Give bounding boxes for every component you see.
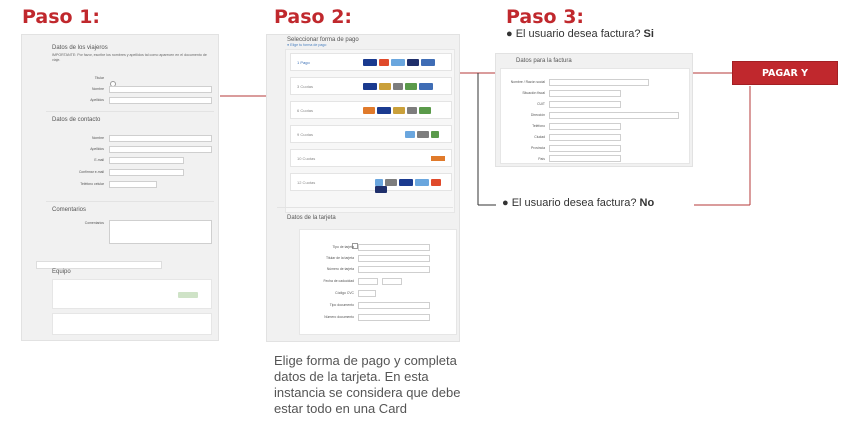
bullet-icon: ● bbox=[502, 197, 512, 209]
invoice-section-title: Datos para la factura bbox=[516, 58, 572, 64]
invoice-card: Nombre / Razón social Situación fiscal C… bbox=[500, 68, 690, 164]
payment-option-3[interactable]: 3 Cuotas bbox=[290, 77, 452, 95]
invoice-city-input[interactable] bbox=[549, 134, 621, 141]
card-type-select[interactable] bbox=[358, 244, 430, 251]
payment-options-card: 1 Pago 3 Cuotas 6 Cuotas 9 Cuotas 10 Cuo… bbox=[285, 49, 455, 213]
contact-phone-input[interactable] bbox=[109, 181, 157, 188]
passenger-name-input[interactable] bbox=[109, 86, 212, 93]
contact-name-input[interactable] bbox=[109, 135, 212, 142]
invoice-cuit-input[interactable] bbox=[549, 101, 621, 108]
card-section-title: Datos de la tarjeta bbox=[287, 215, 336, 221]
step-2-caption: Elige forma de pago y completa datos de … bbox=[274, 353, 461, 416]
passenger-notice: IMPORTANTE: Por favor, escribe los nombr… bbox=[52, 53, 207, 62]
invoice-name-input[interactable] bbox=[549, 79, 649, 86]
invoice-country-select[interactable] bbox=[549, 155, 621, 162]
payment-option-6[interactable]: 6 Cuotas bbox=[290, 101, 452, 119]
pay-and-reserve-button[interactable]: PAGAR Y RESERVAR bbox=[732, 61, 838, 103]
step-1-screenshot: Datos de los viajeros IMPORTANTE: Por fa… bbox=[21, 34, 219, 341]
invoice-phone-input[interactable] bbox=[549, 123, 621, 130]
contact-surname-input[interactable] bbox=[109, 146, 212, 153]
step1-extra-card-1 bbox=[52, 279, 212, 309]
payment-option-10[interactable]: 10 Cuotas bbox=[290, 149, 452, 167]
comments-textarea[interactable] bbox=[109, 220, 212, 244]
passenger-surname-input[interactable] bbox=[109, 97, 212, 104]
card-expiry-year[interactable] bbox=[382, 278, 402, 285]
invoice-address-input[interactable] bbox=[549, 112, 679, 119]
invoice-province-input[interactable] bbox=[549, 145, 621, 152]
passenger-section-title: Datos de los viajeros bbox=[52, 45, 108, 51]
payment-option-12[interactable]: 12 Cuotas bbox=[290, 173, 452, 193]
step-3-screenshot: Datos para la factura Nombre / Razón soc… bbox=[495, 53, 693, 167]
payment-option-9[interactable]: 9 Cuotas bbox=[290, 125, 452, 143]
card-holder-input[interactable] bbox=[358, 255, 430, 262]
contact-email-input[interactable] bbox=[109, 157, 184, 164]
extra-section-title: Equipo bbox=[52, 269, 71, 275]
card-expiry-month[interactable] bbox=[358, 278, 378, 285]
card-cvc-input[interactable] bbox=[358, 290, 376, 297]
invoice-fiscal-select[interactable] bbox=[549, 90, 621, 97]
contact-section-title: Datos de contacto bbox=[52, 117, 101, 123]
step1-extra-card-2 bbox=[52, 313, 212, 335]
document-type-select[interactable] bbox=[358, 302, 430, 309]
payment-option-1[interactable]: 1 Pago bbox=[290, 53, 452, 71]
card-details-card: Tipo de tarjeta Titular de la tarjeta Nú… bbox=[299, 229, 457, 335]
document-number-input[interactable] bbox=[358, 314, 430, 321]
invoice-yes-note: ● El usuario desea factura? Si bbox=[506, 28, 654, 40]
step-2-screenshot: Seleccionar forma de pago ● Elige tu for… bbox=[266, 34, 460, 342]
bullet-icon: ● bbox=[506, 28, 516, 40]
step1-tooltip bbox=[36, 261, 162, 269]
invoice-no-note: ● El usuario desea factura? No bbox=[502, 197, 655, 209]
contact-email-confirm-input[interactable] bbox=[109, 169, 184, 176]
card-number-input[interactable] bbox=[358, 266, 430, 273]
comments-section-title: Comentarios bbox=[52, 207, 87, 213]
